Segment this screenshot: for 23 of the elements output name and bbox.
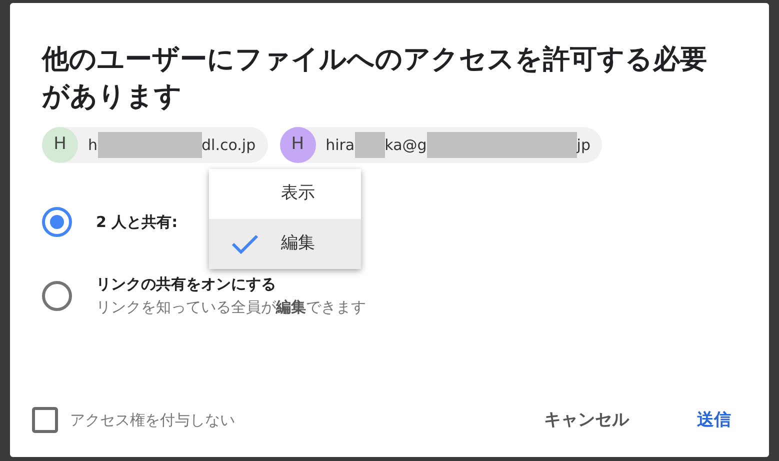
menu-item[interactable]: 編集: [209, 219, 361, 269]
email-text: ka@g: [384, 134, 427, 156]
checkbox[interactable]: [32, 407, 58, 434]
send-button[interactable]: 送信: [687, 404, 741, 437]
dialog-title: 他のユーザーにファイルへのアクセスを許可する必要があります: [42, 43, 708, 114]
radio-button[interactable]: [42, 207, 72, 237]
checkbox-label: アクセス権を付与しない: [70, 410, 235, 431]
email-text: hira: [326, 134, 355, 156]
redaction-bar: [354, 132, 385, 158]
email-text: jp: [576, 134, 590, 156]
menu-item[interactable]: 表示: [209, 169, 361, 219]
email-text: dl.co.jp: [202, 134, 256, 156]
avatar: H: [280, 127, 316, 163]
cancel-button[interactable]: キャンセル: [534, 404, 639, 437]
recipient-chip[interactable]: H hira ka@g jp: [280, 127, 602, 163]
avatar: H: [42, 127, 78, 163]
option-label: 2 人と共有:: [96, 212, 178, 233]
recipient-chip[interactable]: H h dl.co.jp: [42, 127, 268, 163]
radio-button[interactable]: [42, 280, 72, 310]
check-icon: [231, 232, 259, 256]
option-description: リンクを知っている全員が編集できます: [96, 296, 366, 318]
email-text: h: [88, 134, 98, 156]
option-label: リンクの共有をオンにする: [96, 274, 277, 295]
